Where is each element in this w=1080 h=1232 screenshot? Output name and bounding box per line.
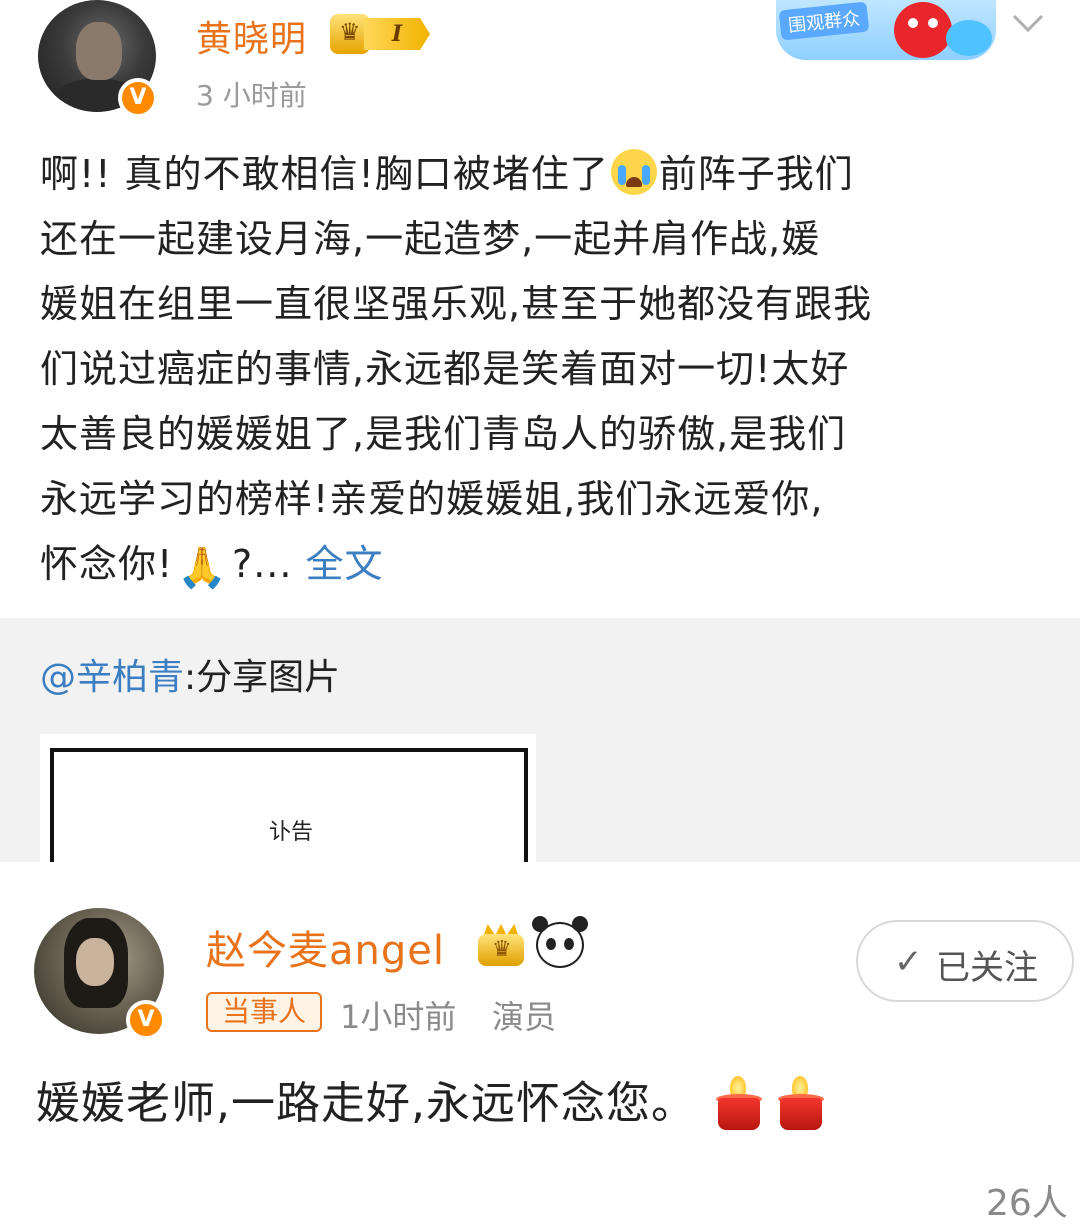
post-time: 1小时前 [340,998,457,1036]
post-body-line: 还在一起建设月海,一起造梦,一起并肩作战,媛 [40,217,821,261]
check-icon: ✓ [894,942,923,982]
post-card-1: V 黄晓明 ♛ I 3 小时前 围观群众 啊!! 真的不敢相信!胸口被堵住了 前阵… [0,0,1080,862]
post-body-line: 怀念你! [40,542,174,586]
verified-v-icon: V [118,78,158,118]
repost-image[interactable]: 讣告 [40,734,536,862]
post-card-2: V 赵今麦angel ♛ 当事人 1小时前 演员 ✓ 已关注 媛媛老师,一路走好… [0,862,1080,1232]
follow-button[interactable]: ✓ 已关注 [856,920,1074,1002]
crying-emoji [610,149,657,195]
verified-v-icon: V [126,1000,166,1040]
post-body-line: 前阵子我们 [658,152,854,196]
event-banner-decoration[interactable]: 围观群众 [776,0,996,60]
reading-count: 26人 [986,1183,1068,1224]
mention-link[interactable]: @辛柏青 [40,657,184,698]
post-body: 媛媛老师,一路走好,永远怀念您。 [36,1074,824,1134]
post-body-text: 媛媛老师,一路走好,永远怀念您。 [36,1078,696,1129]
pray-emoji: 🙏 [177,545,229,591]
role-tag: 当事人 [206,992,322,1032]
notice-title: 讣告 [268,820,313,845]
post-body-line: 永远学习的榜样!亲爱的媛媛姐,我们永远爱你, [40,477,824,521]
crown-icon[interactable]: ♛ [476,924,526,968]
full-text-link[interactable]: 全文 [306,542,384,586]
level-label: I [364,18,430,50]
member-level-badge[interactable]: ♛ I [330,14,434,54]
occupation-label: 演员 [492,998,557,1036]
author-name[interactable]: 黄晓明 [196,10,307,62]
author-name[interactable]: 赵今麦angel [206,918,445,976]
repost-text: :分享图片 [184,657,341,698]
wave-icon [946,20,992,56]
chevron-down-icon[interactable] [1008,8,1048,38]
candle-icon [714,1076,762,1130]
post-body-line: 们说过癌症的事情,永远都是笑着面对一切!太好 [40,347,850,391]
repost-block[interactable]: @辛柏青:分享图片 讣告 [0,618,1080,862]
panda-icon[interactable] [532,916,584,968]
repost-header: @辛柏青:分享图片 [40,648,340,700]
follow-label: 已关注 [936,948,1038,988]
mascot-icon [894,2,952,58]
post-body-line: 太善良的媛媛姐了,是我们青岛人的骄傲,是我们 [40,412,847,456]
post-body-line: 啊!! 真的不敢相信!胸口被堵住了 [40,152,609,196]
post-time: 3 小时前 [196,79,307,112]
ellipsis: ?... [232,542,293,586]
post-body-line: 媛姐在组里一直很坚强乐观,甚至于她都没有跟我 [40,282,873,326]
candle-icon [776,1076,824,1130]
post-body: 啊!! 真的不敢相信!胸口被堵住了 前阵子我们 还在一起建设月海,一起造梦,一起并… [40,142,1030,601]
